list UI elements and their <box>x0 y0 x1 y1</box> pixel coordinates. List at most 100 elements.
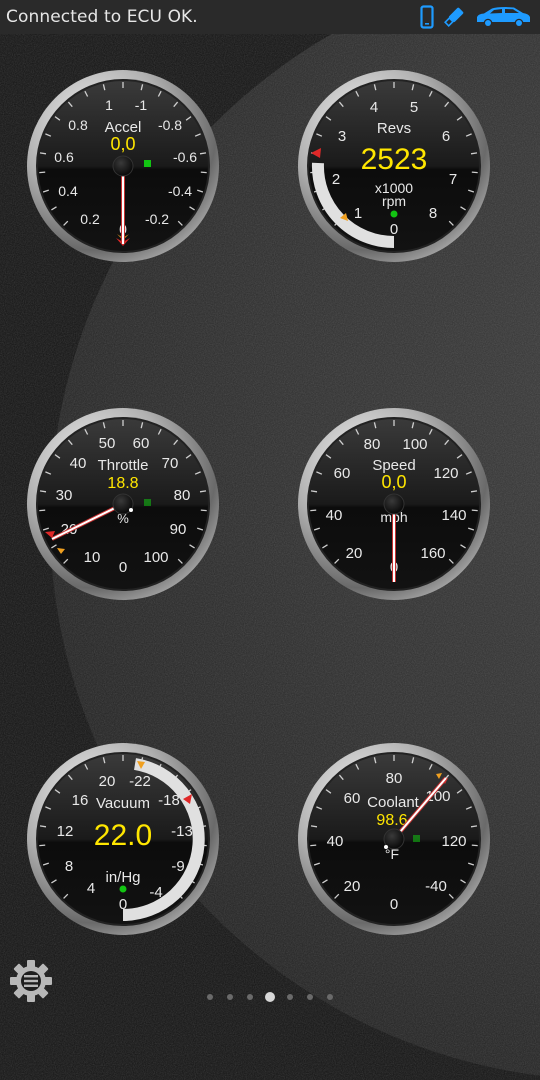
tick-mark <box>199 490 207 493</box>
speed-tick: 160 <box>420 545 445 562</box>
throttle-tick: 40 <box>70 455 87 472</box>
vacuum-tick: -13 <box>171 823 193 840</box>
page-dot-active[interactable] <box>265 992 275 1002</box>
coolant-tick: 20 <box>344 878 361 895</box>
tick-mark <box>39 490 47 493</box>
accel-tick: 0.6 <box>54 149 74 165</box>
gauge-throttle[interactable]: 0 10 20 30 40 50 60 70 80 90 100 Throttl… <box>25 406 221 602</box>
tick-mark <box>470 152 478 155</box>
tick-mark <box>471 171 478 174</box>
tick-mark <box>39 844 46 847</box>
revs-value: 2523 <box>361 143 428 176</box>
tick-mark <box>471 844 478 847</box>
vacuum-tick: 12 <box>57 823 74 840</box>
gauge-revs[interactable]: 0 1 2 3 4 5 6 7 8 Revs 2523 x1000 rpm <box>296 68 492 264</box>
vacuum-tick: 16 <box>72 792 89 809</box>
tick-mark <box>310 509 317 512</box>
tick-mark <box>200 509 207 512</box>
vacuum-tick: 4 <box>87 880 95 897</box>
tick-mark <box>39 171 46 174</box>
tick-mark <box>199 152 207 155</box>
throttle-tick: 10 <box>84 549 101 566</box>
throttle-label: Throttle <box>98 457 149 474</box>
page-dot[interactable] <box>327 994 333 1000</box>
speed-tick: 80 <box>364 436 381 453</box>
revs-tick: 8 <box>429 205 437 222</box>
speed-tick: 20 <box>346 545 363 562</box>
accel-tick: -0.4 <box>168 183 192 199</box>
revs-tick: 1 <box>354 205 362 222</box>
accel-tick: 0.8 <box>68 117 88 133</box>
revs-tick: 4 <box>370 99 378 116</box>
coolant-label: Coolant <box>367 794 420 811</box>
accel-tick: 0.4 <box>58 183 78 199</box>
accel-tick: -1 <box>135 97 148 113</box>
accel-tick: 1 <box>105 97 113 113</box>
revs-tick: 2 <box>332 171 340 188</box>
revs-unit: rpm <box>382 193 406 209</box>
gauge-accel[interactable]: 1 -1 0.8 -0.8 0.6 -0.6 0.4 -0.4 0.2 -0.2… <box>25 68 221 264</box>
page-dot[interactable] <box>207 994 213 1000</box>
vacuum-tick: -22 <box>129 773 151 790</box>
connection-status-text: Connected to ECU OK. <box>6 7 198 27</box>
coolant-tick: 40 <box>327 833 344 850</box>
vacuum-value: 22.0 <box>94 819 152 852</box>
tick-mark <box>310 844 317 847</box>
gauge-speed[interactable]: 0 20 40 60 80 100 120 140 160 Speed 0,0 … <box>296 406 492 602</box>
page-dot[interactable] <box>307 994 313 1000</box>
coolant-tick: 60 <box>344 790 361 807</box>
accel-needle-hub <box>112 155 134 177</box>
page-dot[interactable] <box>247 994 253 1000</box>
tick-mark <box>310 490 318 493</box>
phone-icon <box>420 5 434 29</box>
tick-mark <box>39 509 46 512</box>
vacuum-tick: -9 <box>171 858 184 875</box>
throttle-tick: 70 <box>162 455 179 472</box>
throttle-tick: 100 <box>143 549 168 566</box>
tick-mark <box>470 490 478 493</box>
revs-tick: 6 <box>442 128 450 145</box>
vacuum-label: Vacuum <box>96 795 150 812</box>
accel-tick: -0.2 <box>145 211 169 227</box>
page-dot[interactable] <box>227 994 233 1000</box>
car-icon <box>477 7 530 28</box>
revs-indicator-dot <box>390 210 398 218</box>
coolant-indicator-square <box>413 835 420 842</box>
vacuum-unit: in/Hg <box>105 869 140 886</box>
accel-tick: -0.8 <box>158 117 182 133</box>
coolant-tick: 120 <box>441 833 466 850</box>
gauge-coolant[interactable]: 0 20 40 60 80 100 120 -40 Coolant 98.6 °… <box>296 741 492 937</box>
speed-tick: 140 <box>441 507 466 524</box>
throttle-tick: 0 <box>119 559 127 576</box>
revs-tick: 7 <box>449 171 457 188</box>
coolant-tick: 80 <box>386 770 403 787</box>
speed-needle-hub <box>383 493 405 515</box>
speed-tick: 60 <box>334 465 351 482</box>
throttle-value: 18.8 <box>107 475 138 492</box>
accel-tick: 0.2 <box>80 211 100 227</box>
revs-label: Revs <box>377 120 411 137</box>
throttle-tick: 50 <box>99 435 116 452</box>
vacuum-tick: 0 <box>119 896 127 913</box>
revs-tick: 3 <box>338 128 346 145</box>
tick-mark <box>39 825 47 828</box>
vacuum-indicator-dot <box>119 885 127 893</box>
speed-tick: 120 <box>433 465 458 482</box>
page-dot[interactable] <box>287 994 293 1000</box>
tick-mark <box>471 509 478 512</box>
revs-tick: 0 <box>390 221 398 238</box>
vacuum-tick: -4 <box>149 884 162 901</box>
tick-mark <box>200 171 207 174</box>
vacuum-tick: -18 <box>158 792 180 809</box>
vacuum-tick: 20 <box>99 773 116 790</box>
vacuum-tick: 8 <box>65 858 73 875</box>
status-bar: Connected to ECU OK. <box>0 0 540 34</box>
throttle-tick: 90 <box>170 521 187 538</box>
bluetooth-adapter-icon <box>444 7 464 27</box>
gauge-vacuum[interactable]: 4 8 12 16 20 -22 -18 -13 -9 -4 0 Vacuum … <box>25 741 221 937</box>
throttle-tick: 80 <box>174 487 191 504</box>
speed-tick: 100 <box>402 436 427 453</box>
speed-tick: 40 <box>326 507 343 524</box>
tick-mark <box>39 152 47 155</box>
tick-mark <box>310 825 318 828</box>
